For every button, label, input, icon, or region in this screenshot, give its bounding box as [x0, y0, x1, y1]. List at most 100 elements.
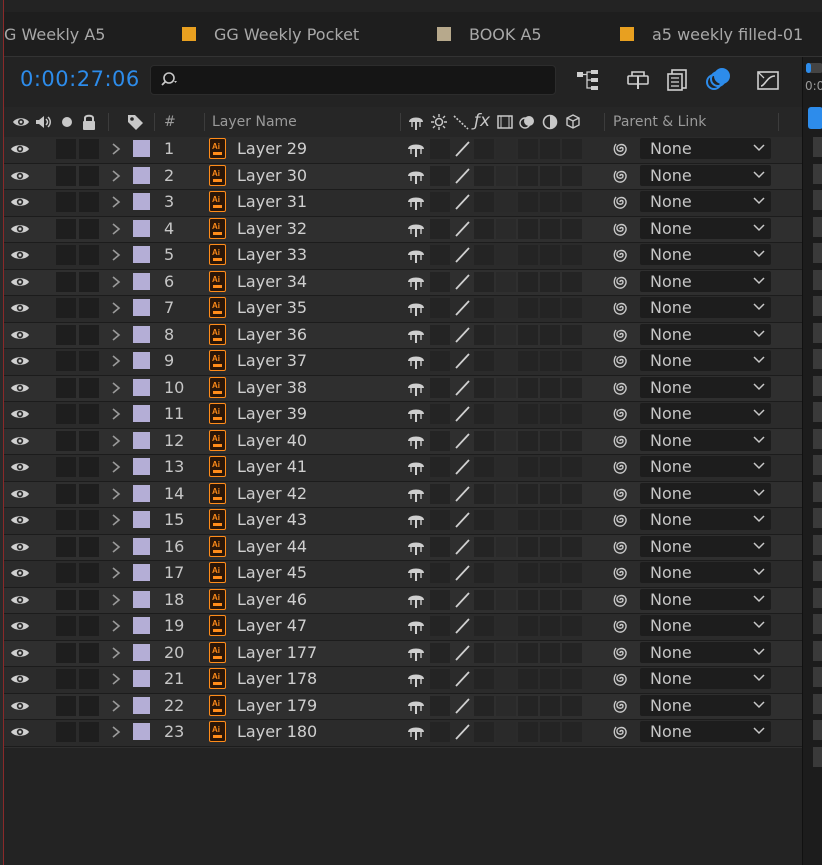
quality-slash-icon[interactable]	[453, 644, 471, 662]
collapse-switch[interactable]	[430, 483, 450, 504]
pick-whip-spiral-icon[interactable]	[610, 457, 630, 477]
quality-slash-icon[interactable]	[453, 670, 471, 688]
shy-icon[interactable]	[405, 299, 427, 317]
shy-icon[interactable]	[405, 193, 427, 211]
solo-switch[interactable]	[56, 430, 76, 451]
twirl-expand-icon[interactable]	[110, 353, 122, 369]
effects-switch[interactable]	[474, 695, 494, 716]
parent-dropdown[interactable]: None	[640, 721, 771, 742]
effects-switch[interactable]	[474, 404, 494, 424]
3d-layer-switch[interactable]	[562, 642, 582, 663]
3d-layer-switch[interactable]	[562, 404, 582, 424]
twirl-expand-icon[interactable]	[110, 539, 122, 555]
quality-header-icon[interactable]	[452, 113, 470, 131]
layer-row[interactable]: 4 Ai Layer 32 None	[4, 216, 802, 243]
adjustment-layer-switch[interactable]	[540, 430, 560, 451]
frame-blend-switch[interactable]	[496, 165, 516, 186]
layer-duration-bar[interactable]	[813, 375, 822, 396]
solo-switch[interactable]	[56, 536, 76, 557]
shy-icon[interactable]	[405, 485, 427, 503]
layer-name[interactable]: Layer 38	[237, 378, 307, 397]
visibility-eye-icon[interactable]	[10, 193, 30, 211]
parent-dropdown[interactable]: None	[640, 138, 771, 159]
visibility-eye-icon[interactable]	[10, 273, 30, 291]
collapse-switch[interactable]	[430, 192, 450, 212]
layer-name[interactable]: Layer 42	[237, 484, 307, 503]
twirl-expand-icon[interactable]	[110, 512, 122, 528]
quality-slash-icon[interactable]	[453, 246, 471, 264]
layer-row[interactable]: 22 Ai Layer 179 None	[4, 693, 802, 720]
layer-name[interactable]: Layer 37	[237, 351, 307, 370]
shy-icon[interactable]	[405, 644, 427, 662]
lock-switch[interactable]	[79, 430, 99, 451]
collapse-switch[interactable]	[430, 589, 450, 610]
shy-icon[interactable]	[405, 220, 427, 238]
motion-blur-switch[interactable]	[518, 457, 538, 477]
lock-switch[interactable]	[79, 616, 99, 636]
quality-slash-icon[interactable]	[453, 167, 471, 185]
motion-blur-switch[interactable]	[518, 404, 538, 424]
layer-duration-bar[interactable]	[813, 481, 822, 502]
effects-switch[interactable]	[474, 510, 494, 530]
lock-switch[interactable]	[79, 377, 99, 398]
3d-layer-switch[interactable]	[562, 271, 582, 292]
twirl-expand-icon[interactable]	[110, 698, 122, 714]
layer-name[interactable]: Layer 40	[237, 431, 307, 450]
parent-dropdown[interactable]: None	[640, 164, 771, 186]
motion-blur-switch[interactable]	[518, 139, 538, 159]
shy-header-icon[interactable]	[407, 113, 425, 131]
work-area-start-handle[interactable]	[806, 63, 811, 73]
solo-switch[interactable]	[56, 616, 76, 636]
frame-blend-switch[interactable]	[496, 589, 516, 610]
pick-whip-spiral-icon[interactable]	[610, 510, 630, 530]
layer-duration-bar[interactable]	[813, 402, 822, 422]
solo-switch[interactable]	[56, 165, 76, 186]
visibility-eye-icon[interactable]	[10, 352, 30, 370]
3d-layer-switch[interactable]	[562, 457, 582, 477]
quality-slash-icon[interactable]	[453, 591, 471, 609]
visibility-eye-icon[interactable]	[10, 485, 30, 503]
lock-switch[interactable]	[79, 351, 99, 371]
frame-blend-switch[interactable]	[496, 457, 516, 477]
visibility-eye-icon[interactable]	[10, 670, 30, 688]
parent-dropdown[interactable]: None	[640, 615, 771, 636]
3d-layer-switch[interactable]	[562, 165, 582, 186]
3d-layer-switch[interactable]	[562, 377, 582, 398]
layer-row[interactable]: 18 Ai Layer 46 None	[4, 587, 802, 614]
collapse-switch[interactable]	[430, 404, 450, 424]
draft-3d-icon[interactable]	[624, 67, 652, 93]
parent-dropdown[interactable]: None	[640, 323, 771, 345]
effects-switch[interactable]	[474, 324, 494, 345]
layer-row[interactable]: 1 Ai Layer 29 None	[4, 137, 802, 164]
lock-switch[interactable]	[79, 536, 99, 557]
layer-row[interactable]: 23 Ai Layer 180 None	[4, 720, 802, 747]
pick-whip-spiral-icon[interactable]	[610, 616, 630, 636]
collapse-sun-header-icon[interactable]	[430, 113, 448, 131]
motion-blur-switch[interactable]	[518, 271, 538, 292]
frame-blend-switch[interactable]	[496, 192, 516, 212]
adjustment-layer-switch[interactable]	[540, 616, 560, 636]
label-color-swatch[interactable]	[133, 272, 150, 290]
effects-switch[interactable]	[474, 351, 494, 371]
label-tag-header-icon[interactable]	[126, 113, 144, 131]
parent-dropdown[interactable]: None	[640, 403, 771, 424]
3d-layer-switch[interactable]	[562, 616, 582, 636]
layer-row[interactable]: 13 Ai Layer 41 None	[4, 455, 802, 482]
solo-switch[interactable]	[56, 404, 76, 424]
collapse-switch[interactable]	[430, 324, 450, 345]
twirl-expand-icon[interactable]	[110, 433, 122, 449]
adjustment-layer-switch[interactable]	[540, 457, 560, 477]
shy-icon[interactable]	[405, 140, 427, 158]
lock-switch[interactable]	[79, 298, 99, 318]
quality-slash-icon[interactable]	[453, 405, 471, 423]
quality-slash-icon[interactable]	[453, 326, 471, 344]
label-color-swatch[interactable]	[133, 458, 150, 475]
effects-switch[interactable]	[474, 298, 494, 318]
tab-a5-weekly-filled[interactable]: a5 weekly filled-01	[620, 12, 803, 56]
adjustment-layer-switch[interactable]	[540, 377, 560, 398]
pick-whip-spiral-icon[interactable]	[610, 563, 630, 583]
3d-layer-switch[interactable]	[562, 695, 582, 716]
collapse-switch[interactable]	[430, 218, 450, 239]
lock-switch[interactable]	[79, 563, 99, 583]
graph-editor-icon[interactable]	[754, 67, 782, 93]
